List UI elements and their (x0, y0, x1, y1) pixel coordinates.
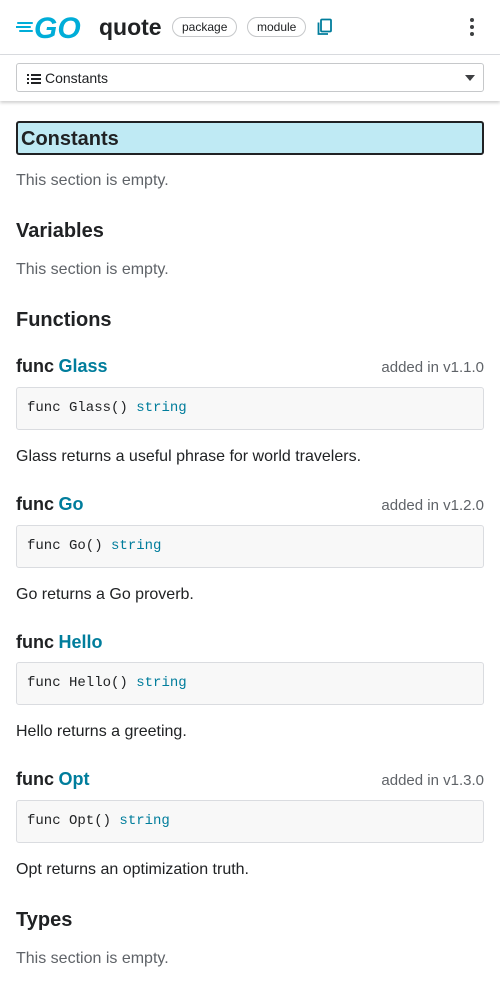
func-doc-go: Go returns a Go proverb. (16, 586, 194, 603)
code-signature: func Opt() (27, 813, 112, 829)
outline-bar: Constants (0, 55, 500, 101)
code-signature: func Go() (27, 538, 103, 554)
func-doc-glass: Glass returns a useful phrase for world … (16, 448, 362, 465)
func-heading-go: func Go added in v1.2.0 (16, 494, 484, 518)
copy-icon[interactable] (316, 18, 334, 36)
added-version: added in v1.2.0 (381, 497, 484, 514)
types-empty-text: This section is empty. (16, 950, 169, 967)
func-keyword: func (16, 356, 54, 376)
func-keyword: func (16, 632, 54, 652)
func-heading-hello: func Hello (16, 632, 484, 656)
dropdown-caret-icon (465, 75, 475, 81)
code-block-hello: func Hello() string (16, 662, 484, 705)
module-chip: module (247, 17, 307, 37)
func-doc-opt: Opt returns an optimization truth. (16, 861, 249, 878)
code-signature: func Hello() (27, 675, 128, 691)
func-link-opt[interactable]: Opt (58, 769, 89, 789)
variables-empty-text: This section is empty. (16, 261, 169, 278)
func-link-go[interactable]: Go (58, 494, 83, 514)
code-block-go: func Go() string (16, 525, 484, 568)
more-vert-icon[interactable] (462, 16, 482, 38)
code-return-type[interactable]: string (136, 675, 186, 691)
func-heading-glass: func Glass added in v1.1.0 (16, 356, 484, 380)
constants-heading[interactable]: Constants (16, 121, 484, 155)
package-title: quote (99, 14, 162, 40)
list-icon (27, 74, 41, 84)
code-block-opt: func Opt() string (16, 800, 484, 843)
constants-empty-text: This section is empty. (16, 172, 169, 189)
func-link-hello[interactable]: Hello (58, 632, 102, 652)
func-heading-opt: func Opt added in v1.3.0 (16, 769, 484, 793)
package-chip: package (172, 17, 238, 37)
code-block-glass: func Glass() string (16, 387, 484, 430)
func-keyword: func (16, 769, 54, 789)
outline-selected-value: Constants (45, 70, 109, 86)
outline-select[interactable]: Constants (16, 63, 484, 92)
code-return-type[interactable]: string (119, 813, 169, 829)
func-keyword: func (16, 494, 54, 514)
go-logo[interactable]: GO (16, 12, 90, 42)
types-heading[interactable]: Types (16, 908, 72, 932)
added-version: added in v1.3.0 (381, 772, 484, 789)
func-link-glass[interactable]: Glass (58, 356, 107, 376)
site-header: GO quote package module (0, 0, 500, 55)
functions-heading[interactable]: Functions (16, 308, 112, 332)
variables-heading[interactable]: Variables (16, 219, 104, 243)
code-return-type[interactable]: string (111, 538, 161, 554)
svg-text:GO: GO (34, 12, 81, 42)
code-return-type[interactable]: string (136, 400, 186, 416)
code-signature: func Glass() (27, 400, 128, 416)
func-doc-hello: Hello returns a greeting. (16, 723, 187, 740)
added-version: added in v1.1.0 (381, 359, 484, 376)
